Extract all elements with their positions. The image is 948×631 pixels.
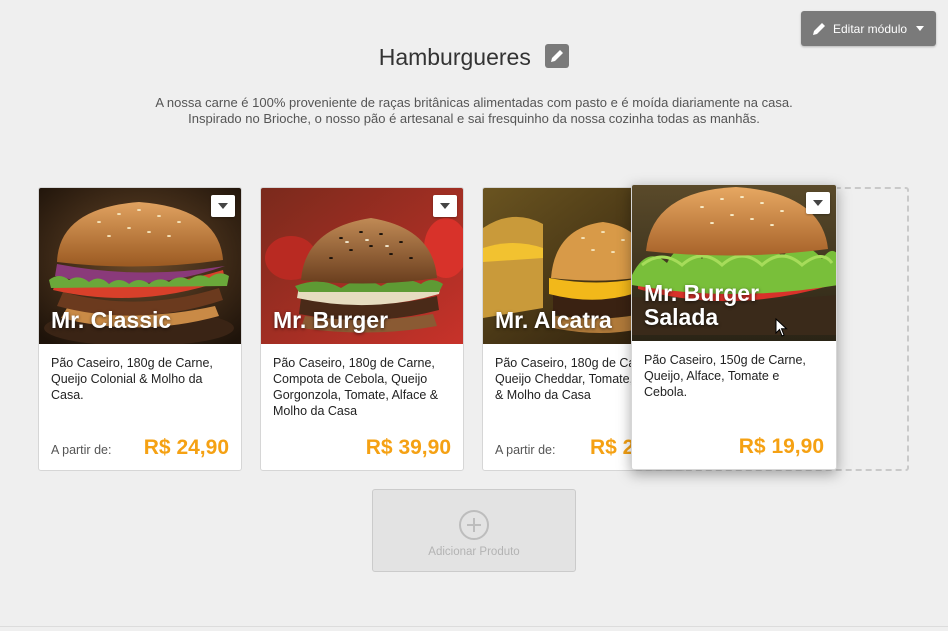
mouse-cursor-icon [775,318,788,337]
product-name: Mr. Classic [51,307,172,333]
product-name-line1: Mr. Burger [644,280,760,306]
page-title: Hamburgueres [378,44,531,70]
price-from-label: A partir de: [495,443,556,457]
product-name: Mr. Burger [273,307,389,333]
product-card-dragging[interactable]: Mr. Burger Salada Pão Caseiro, 150g de C… [631,184,837,470]
chevron-down-icon [813,200,823,206]
product-name: Mr. Burger Salada [644,281,759,329]
chevron-down-icon [218,203,228,209]
product-card[interactable]: Mr. Classic Pão Caseiro, 180g de Carne, … [38,187,242,471]
product-card[interactable]: Mr. Burger Pão Caseiro, 180g de Carne, C… [260,187,464,471]
price-from-label: A partir de: [51,443,112,457]
product-description: Pão Caseiro, 180g de Carne, Compota de C… [273,356,439,418]
product-description: Pão Caseiro, 180g de Carne, Queijo Colon… [51,356,213,402]
card-menu-button[interactable] [806,192,830,214]
section-description: A nossa carne é 100% proveniente de raça… [155,95,793,126]
add-product-button[interactable]: Adicionar Produto [372,489,576,572]
chevron-down-icon [440,203,450,209]
product-price: R$ 24,90 [143,436,229,459]
plus-circle-icon [459,510,489,540]
edit-module-button[interactable]: Editar módulo [801,11,936,46]
product-price: R$ 39,90 [365,436,451,459]
section-header: Hamburgueres [0,43,948,71]
product-name: Mr. Alcatra [495,307,612,333]
pencil-icon [551,49,564,62]
pencil-icon [813,22,825,35]
chevron-down-icon [916,26,925,31]
divider [0,626,948,627]
edit-module-label: Editar módulo [833,21,908,36]
product-name-line2: Salada [644,304,719,330]
product-description: Pão Caseiro, 150g de Carne, Queijo, Alfa… [644,353,806,399]
card-menu-button[interactable] [433,195,457,217]
card-menu-button[interactable] [211,195,235,217]
add-product-label: Adicionar Produto [428,546,520,558]
product-price: R$ 2 [590,436,635,459]
product-price: R$ 19,90 [738,435,824,458]
edit-title-button[interactable] [545,43,570,68]
